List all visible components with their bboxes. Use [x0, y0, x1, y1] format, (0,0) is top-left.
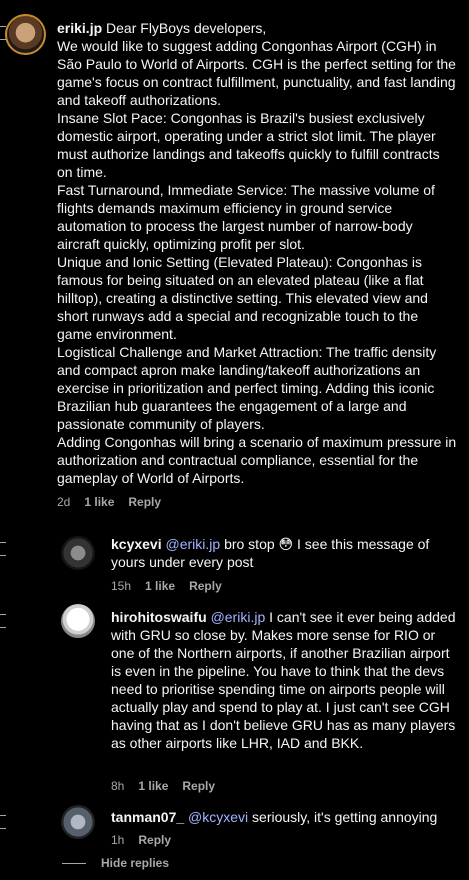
comment-line: Fast Turnaround, Immediate Service: The … [57, 182, 435, 252]
hide-replies-divider [62, 863, 86, 864]
reply-meta: 1h Reply [111, 833, 185, 847]
hide-replies-button[interactable]: Hide replies [101, 856, 169, 870]
reply-body: tanman07_ @kcyxevi seriously, it's getti… [111, 808, 456, 826]
comment-line: We would like to suggest adding Congonha… [57, 38, 456, 108]
comment-meta: 2d 1 like Reply [57, 495, 175, 509]
timestamp: 15h [111, 579, 132, 593]
mention-link[interactable]: @eriki.jp [166, 536, 221, 552]
timestamp: 2d [57, 495, 71, 509]
timestamp: 1h [111, 833, 125, 847]
timestamp: 8h [111, 779, 125, 793]
reply-meta: 15h 1 like Reply [111, 579, 236, 593]
username[interactable]: kcyxevi [111, 536, 162, 552]
mention-link[interactable]: @eriki.jp [211, 609, 266, 625]
reply-meta: 8h 1 like Reply [111, 779, 229, 793]
avatar-tanman07[interactable] [61, 805, 95, 839]
avatar-hirohitoswaifu[interactable] [61, 604, 95, 638]
like-count[interactable]: 1 like [145, 579, 175, 593]
comment-line: Logistical Challenge and Market Attracti… [57, 344, 437, 432]
heart-icon[interactable] [0, 815, 6, 829]
reply-text: I can't see it ever being added with GRU… [111, 609, 456, 751]
avatar-eriki[interactable] [5, 14, 46, 55]
like-count[interactable]: 1 like [138, 779, 168, 793]
reply-button[interactable]: Reply [128, 495, 161, 509]
comment-line: Adding Congonhas will bring a scenario o… [57, 434, 457, 486]
reply-button[interactable]: Reply [189, 579, 222, 593]
comment-body: eriki.jp Dear FlyBoys developers, We wou… [57, 19, 457, 487]
mention-link[interactable]: @kcyxevi [188, 809, 248, 825]
reply-body: hirohitoswaifu @eriki.jp I can't see it … [111, 608, 456, 752]
reply-button[interactable]: Reply [182, 779, 215, 793]
comment-line: Unique and Ionic Setting (Elevated Plate… [57, 254, 428, 342]
username[interactable]: hirohitoswaifu [111, 609, 207, 625]
username[interactable]: eriki.jp [57, 20, 102, 36]
like-count[interactable]: 1 like [84, 495, 114, 509]
heart-icon[interactable] [0, 542, 6, 556]
avatar-kcyxevi[interactable] [61, 536, 95, 570]
username[interactable]: tanman07_ [111, 809, 184, 825]
comment-line: Insane Slot Pace: Congonhas is Brazil's … [57, 110, 440, 180]
heart-icon[interactable] [0, 614, 6, 628]
reply-button[interactable]: Reply [138, 833, 171, 847]
heart-icon[interactable] [0, 26, 6, 40]
reply-text: seriously, it's getting annoying [252, 809, 438, 825]
reply-body: kcyxevi @eriki.jp bro stop 😳 I see this … [111, 535, 441, 571]
comment-line: Dear FlyBoys developers, [106, 20, 267, 36]
